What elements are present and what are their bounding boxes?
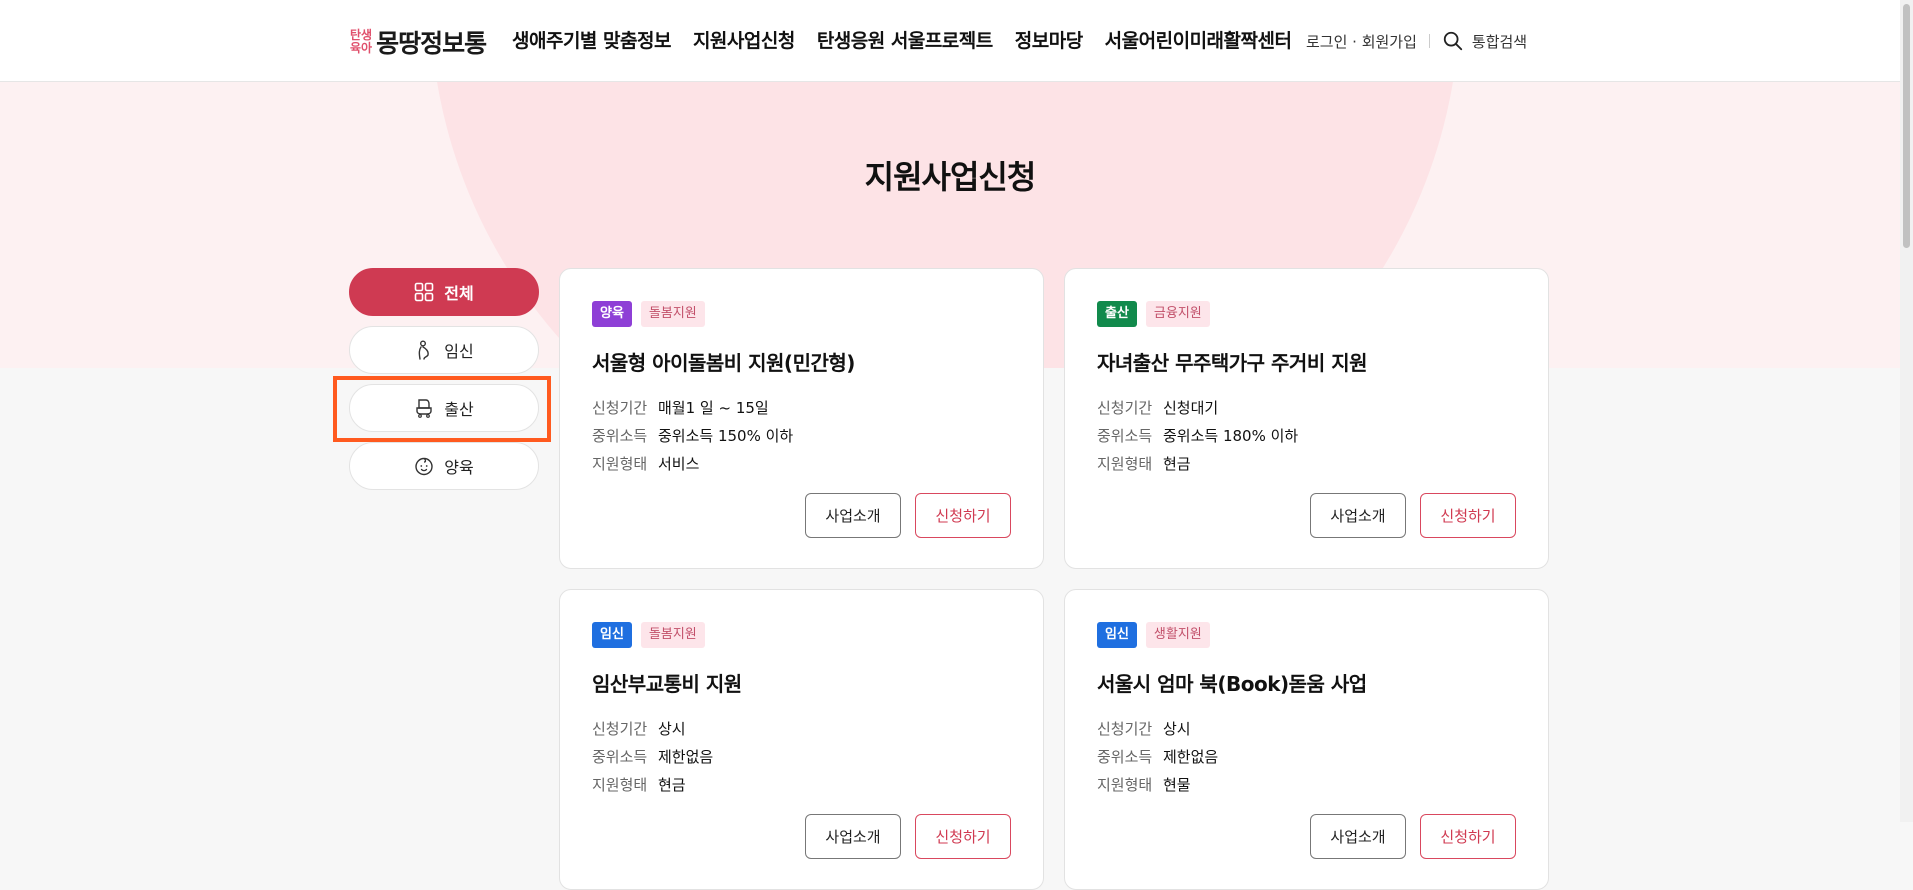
apply-button[interactable]: 신청하기	[1420, 814, 1516, 859]
apply-button[interactable]: 신청하기	[915, 814, 1011, 859]
program-intro-button[interactable]: 사업소개	[1310, 493, 1406, 538]
nav-info-plaza[interactable]: 정보마당	[1015, 26, 1083, 53]
card-title: 자녀출산 무주택가구 주거비 지원	[1097, 351, 1368, 375]
stroller-icon	[416, 399, 432, 418]
category-pregnancy-button[interactable]: 임신	[349, 326, 539, 374]
program-card[interactable]: 임신 돌봄지원 임산부교통비 지원 신청기간 상시 중위소득 제한없음 지원형태 현금…	[559, 589, 1044, 890]
subcategory-badge: 돌봄지원	[640, 301, 705, 327]
scrollbar-thumb[interactable]	[1903, 4, 1910, 248]
category-badge: 임신	[1097, 622, 1137, 648]
pregnant-icon	[418, 340, 430, 360]
divider	[1428, 34, 1430, 48]
card-title: 임산부교통비 지원	[592, 672, 742, 696]
apply-button[interactable]: 신청하기	[1420, 493, 1516, 538]
program-intro-button[interactable]: 사업소개	[1310, 814, 1406, 859]
category-all-button[interactable]: 전체	[349, 268, 539, 316]
subcategory-badge: 생활지원	[1145, 622, 1210, 648]
search-icon[interactable]	[1442, 30, 1464, 52]
main-nav: 생애주기별 맞춤정보 지원사업신청 탄생응원 서울프로젝트 정보마당 서울어린이…	[512, 26, 1292, 53]
category-badge: 출산	[1097, 301, 1137, 327]
program-card[interactable]: 출산 금융지원 자녀출산 무주택가구 주거비 지원 신청기간 신청대기 중위소득 중…	[1064, 268, 1549, 569]
program-intro-button[interactable]: 사업소개	[805, 814, 901, 859]
nav-birth-project[interactable]: 탄생응원 서울프로젝트	[817, 26, 993, 53]
apply-button[interactable]: 신청하기	[915, 493, 1011, 538]
grid-icon	[414, 282, 434, 302]
nav-lifecycle-info[interactable]: 생애주기별 맞춤정보	[512, 26, 671, 53]
subcategory-badge: 돌봄지원	[640, 622, 705, 648]
program-intro-button[interactable]: 사업소개	[805, 493, 901, 538]
login-link[interactable]: 로그인 · 회원가입	[1306, 31, 1417, 52]
program-card[interactable]: 임신 생활지원 서울시 엄마 북(Book)돋움 사업 신청기간 상시 중위소득 제…	[1064, 589, 1549, 890]
card-title: 서울시 엄마 북(Book)돋움 사업	[1097, 672, 1367, 696]
site-header: 탄생 육아 몽땅정보통 생애주기별 맞춤정보 지원사업신청 탄생응원 서울프로젝…	[0, 0, 1900, 82]
category-filter: 전체 임신 출산 양육	[349, 268, 539, 500]
nav-children-center[interactable]: 서울어린이미래활짝센터	[1105, 26, 1292, 53]
page-title: 지원사업신청	[864, 158, 1037, 196]
baby-face-icon	[415, 457, 433, 476]
category-parenting-button[interactable]: 양육	[349, 442, 539, 490]
site-logo[interactable]: 탄생 육아 몽땅정보통	[350, 24, 487, 60]
category-birth-button[interactable]: 출산	[349, 384, 539, 432]
subcategory-badge: 금융지원	[1145, 301, 1210, 327]
search-link[interactable]: 통합검색	[1472, 31, 1527, 52]
card-title: 서울형 아이돌봄비 지원(민간형)	[592, 351, 855, 375]
header-utility: 로그인 · 회원가입 통합검색	[1306, 30, 1527, 52]
category-badge: 임신	[592, 622, 632, 648]
program-card[interactable]: 양육 돌봄지원 서울형 아이돌봄비 지원(민간형) 신청기간 매월1 일 ~ 15…	[559, 268, 1044, 569]
category-badge: 양육	[592, 301, 632, 327]
nav-support-apply[interactable]: 지원사업신청	[693, 26, 795, 53]
page-scrollbar[interactable]	[1900, 0, 1913, 822]
